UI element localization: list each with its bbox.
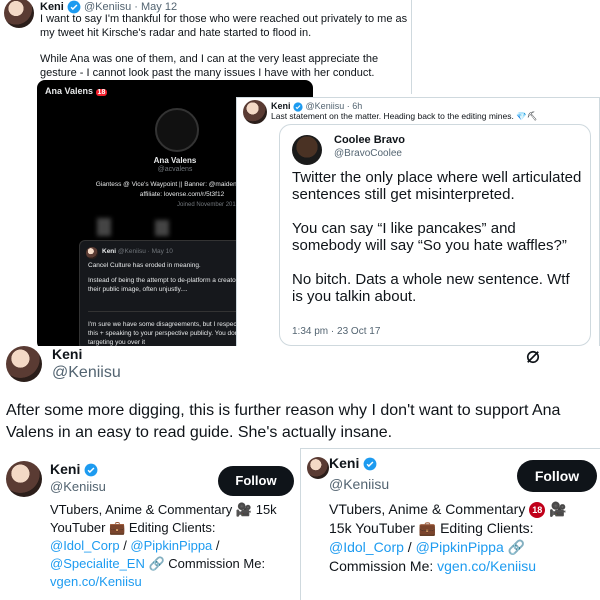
avatar[interactable] bbox=[4, 0, 34, 28]
quote-date: 1:34 pm · 23 Oct 17 bbox=[292, 326, 381, 337]
bio-line: @Specialite_EN 🔗 Commission Me: bbox=[50, 556, 266, 571]
main-tweet: Keni @Keniisu After some more digging, t… bbox=[0, 346, 600, 456]
quote-author-handle: @BravoCoolee bbox=[334, 148, 402, 159]
tweet-text: Last statement on the matter. Heading ba… bbox=[271, 111, 538, 121]
bio-line: VTubers, Anime & Commentary 🎥 15k bbox=[50, 502, 277, 517]
bio-line: Commission Me: vgen.co/Keniisu bbox=[329, 558, 536, 574]
author-name: Keni bbox=[271, 101, 291, 111]
mention-link[interactable]: @PipkinPippa bbox=[130, 538, 212, 553]
author-handle[interactable]: @Keniisu bbox=[52, 364, 121, 382]
profile-avatar bbox=[155, 108, 199, 152]
avatar[interactable] bbox=[307, 457, 329, 479]
website-link[interactable]: vgen.co/Keniisu bbox=[437, 558, 536, 574]
quote-text: Twitter the only place where well articu… bbox=[292, 169, 582, 305]
tweet-body: After some more digging, this is further… bbox=[6, 402, 561, 441]
avatar[interactable] bbox=[6, 346, 42, 382]
profile-name[interactable]: Keni bbox=[329, 455, 377, 471]
bio-line: VTubers, Anime & Commentary 18 🎥 bbox=[329, 501, 567, 519]
profile-handle[interactable]: @Keniisu bbox=[50, 479, 106, 494]
verified-badge-icon bbox=[84, 463, 98, 477]
profile-topbar-title: Ana Valens bbox=[45, 86, 94, 96]
reply-header: Keni @Keniisu · May 10 bbox=[102, 248, 173, 255]
quote-author-name: Coolee Bravo bbox=[334, 134, 405, 146]
redacted-blur bbox=[97, 218, 111, 236]
website-link[interactable]: vgen.co/Keniisu bbox=[50, 574, 142, 589]
age-18-icon: 18 bbox=[529, 502, 546, 519]
bio-line: @Idol_Corp / @PipkinPippa / bbox=[50, 538, 220, 553]
mention-link[interactable]: @Idol_Corp bbox=[50, 538, 120, 553]
avatar[interactable] bbox=[6, 461, 42, 497]
follow-button[interactable]: Follow bbox=[218, 466, 294, 496]
quote-tweet-screenshot: Keni @Keniisu · 6h Last statement on the… bbox=[236, 97, 600, 347]
profile-hover-card: Keni @Keniisu Follow VTubers, Anime & Co… bbox=[0, 455, 300, 600]
follow-button[interactable]: Follow bbox=[517, 460, 597, 492]
quoted-tweet-card: Coolee Bravo @BravoCoolee Twitter the on… bbox=[279, 124, 591, 346]
verified-badge-icon bbox=[363, 457, 377, 471]
profile-name[interactable]: Keni bbox=[50, 461, 98, 477]
profile-handle[interactable]: @Keniisu bbox=[329, 476, 389, 492]
tweet-paragraph-1: I want to say I'm thankful for those who… bbox=[40, 13, 408, 39]
tweet-body: I want to say I'm thankful for those who… bbox=[40, 12, 410, 80]
reply-handle: @Keniisu · May 10 bbox=[117, 248, 173, 255]
tweet-paragraph-2: While Ana was one of them, and I can at … bbox=[40, 53, 379, 79]
bio-line: 15k YouTuber 💼 Editing Clients: bbox=[329, 520, 534, 536]
author-handle: @Keniisu · 6h bbox=[305, 101, 363, 111]
mention-link[interactable]: @Specialite_EN bbox=[50, 556, 145, 571]
reply-author: Keni bbox=[102, 248, 117, 255]
author-name[interactable]: Keni bbox=[52, 346, 82, 362]
profile-bio: VTubers, Anime & Commentary 🎥 15k YouTub… bbox=[50, 501, 294, 591]
mention-link[interactable]: @PipkinPippa bbox=[416, 539, 504, 555]
profile-hover-card: Keni @Keniisu Follow VTubers, Anime & Co… bbox=[300, 448, 600, 600]
mention-link[interactable]: @Idol_Corp bbox=[329, 539, 404, 555]
bio-line: YouTuber 💼 Editing Clients: bbox=[50, 520, 216, 535]
grok-icon[interactable] bbox=[524, 348, 544, 368]
avatar bbox=[243, 100, 267, 124]
avatar bbox=[292, 135, 322, 165]
bio-line: @Idol_Corp / @PipkinPippa 🔗 bbox=[329, 539, 526, 555]
profile-bio: VTubers, Anime & Commentary 18 🎥 15k You… bbox=[329, 500, 599, 576]
avatar bbox=[86, 247, 98, 259]
age-badge: 18 bbox=[95, 89, 108, 96]
redacted-blur bbox=[155, 220, 169, 236]
